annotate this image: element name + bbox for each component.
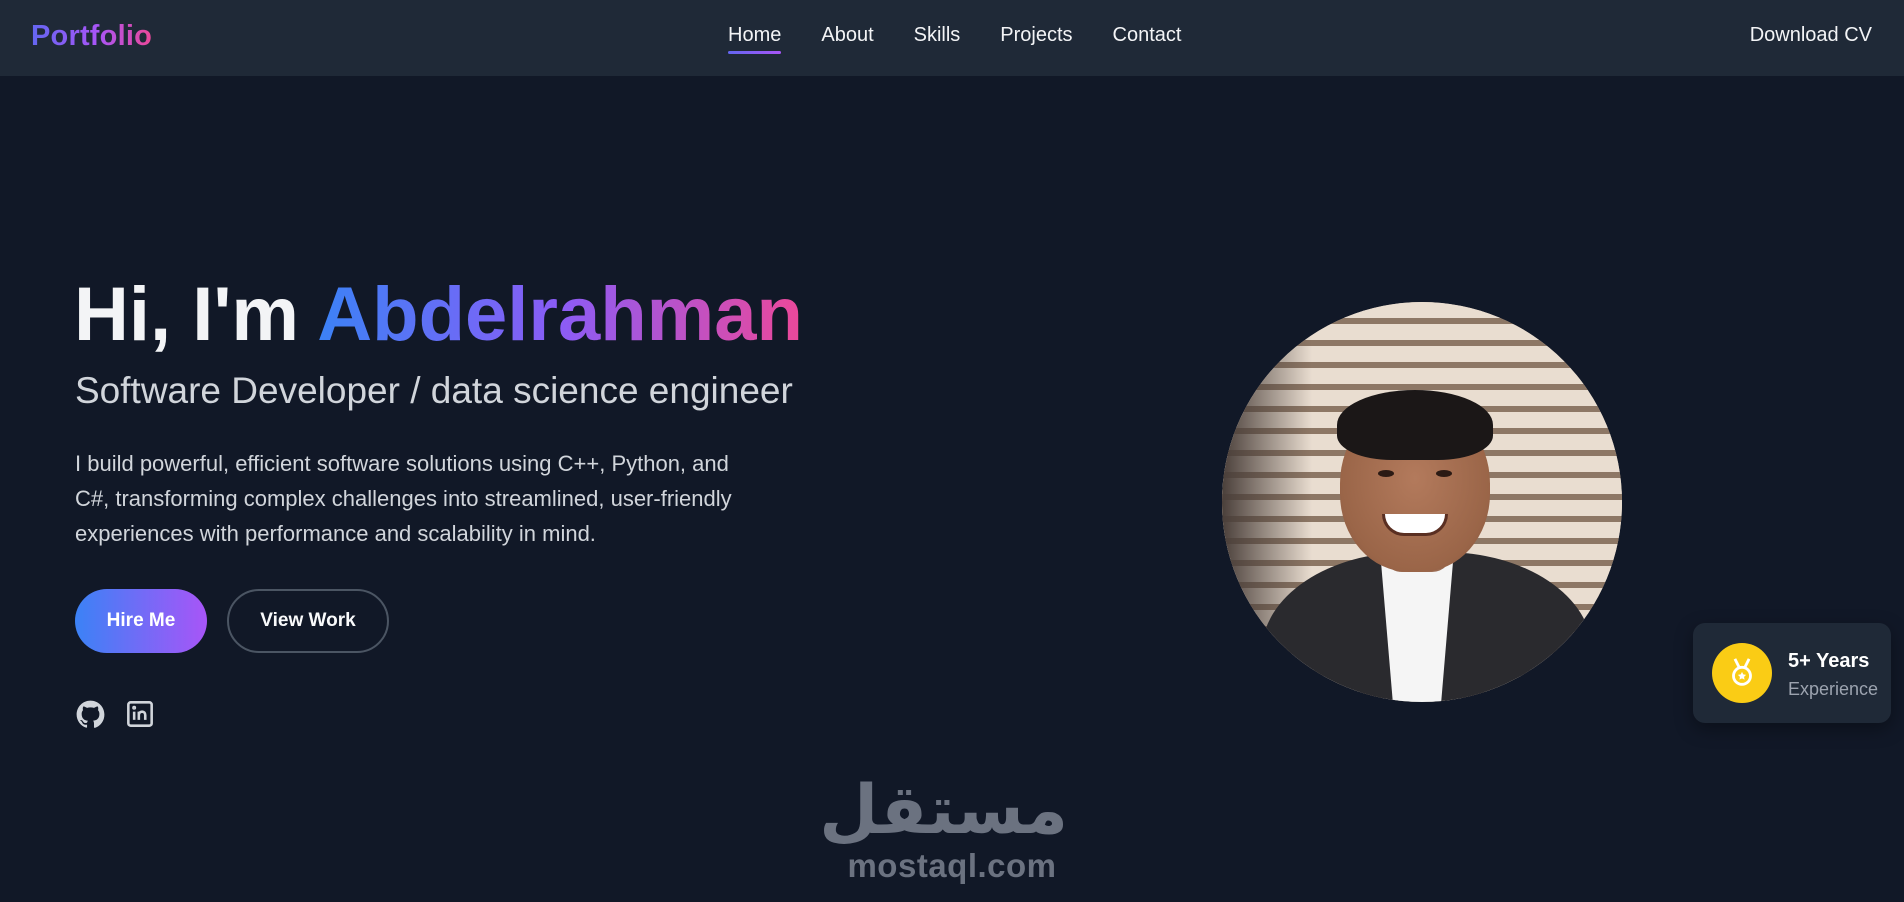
experience-label: Experience bbox=[1788, 679, 1879, 699]
social-links bbox=[75, 699, 155, 729]
download-cv-link[interactable]: Download CV bbox=[1750, 24, 1872, 47]
nav-link-contact[interactable]: Contact bbox=[1113, 24, 1182, 53]
watermark-arabic: مستقل bbox=[819, 771, 1068, 850]
hire-me-button[interactable]: Hire Me bbox=[75, 589, 207, 653]
watermark-latin: mostaql.com bbox=[847, 847, 1057, 884]
nav-links: Home About Skills Projects Contact bbox=[728, 24, 1182, 54]
view-work-button[interactable]: View Work bbox=[227, 589, 389, 653]
photo-hair bbox=[1337, 390, 1493, 460]
experience-years: 5+ Years bbox=[1788, 650, 1870, 672]
nav-link-skills[interactable]: Skills bbox=[914, 24, 961, 53]
nav-link-projects[interactable]: Projects bbox=[1000, 24, 1072, 53]
hero-description: I build powerful, efficient software sol… bbox=[75, 451, 732, 546]
nav-link-home[interactable]: Home bbox=[728, 24, 782, 54]
medal-icon bbox=[1712, 643, 1772, 703]
hero-subtitle: Software Developer / data science engine… bbox=[75, 370, 793, 411]
hero-name: Abdelrahman bbox=[317, 272, 803, 357]
profile-photo bbox=[1222, 302, 1622, 702]
site-logo[interactable]: Portfolio bbox=[31, 20, 152, 53]
github-icon[interactable] bbox=[75, 699, 105, 729]
linkedin-icon[interactable] bbox=[125, 699, 155, 729]
hero-title: Hi, I'm Abdelrahman bbox=[74, 272, 803, 358]
experience-badge: 5+ Years Experience bbox=[1693, 623, 1891, 723]
hero-greeting: Hi, I'm bbox=[74, 272, 299, 357]
portfolio-page: Portfolio Home About Skills Projects Con… bbox=[0, 0, 1904, 902]
nav-link-about[interactable]: About bbox=[821, 24, 873, 53]
top-navbar: Portfolio Home About Skills Projects Con… bbox=[0, 0, 1904, 76]
photo-eye-left bbox=[1378, 470, 1394, 477]
mostaql-watermark: مستقل mostaql.com bbox=[819, 771, 1068, 885]
photo-eye-right bbox=[1436, 470, 1452, 477]
